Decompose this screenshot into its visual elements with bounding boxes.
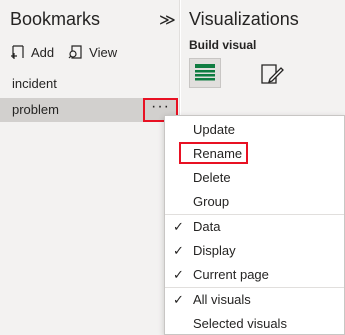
menu-item-label: Selected visuals: [193, 316, 287, 331]
collapse-pane-icon[interactable]: ≫: [159, 10, 176, 30]
bookmarks-pane: Bookmarks ≫ Add View incident problem ··…: [0, 0, 180, 335]
menu-item-selected-visuals[interactable]: Selected visuals: [165, 312, 344, 335]
menu-item-all-visuals[interactable]: ✓ All visuals: [165, 288, 344, 312]
view-bookmark-button[interactable]: View: [68, 44, 117, 60]
bookmark-list: incident problem ···: [0, 72, 180, 124]
view-icon: [68, 45, 82, 59]
checkmark-icon: ✓: [173, 267, 184, 282]
build-visual-label: Build visual: [189, 38, 257, 52]
menu-item-update[interactable]: Update: [165, 118, 344, 142]
format-visual-icon[interactable]: [257, 60, 285, 88]
table-visual-icon[interactable]: [189, 58, 221, 88]
checkmark-icon: ✓: [173, 292, 184, 307]
bookmark-item-problem[interactable]: problem ···: [0, 98, 178, 122]
bookmark-item-incident[interactable]: incident: [0, 72, 180, 96]
bookmarks-title: Bookmarks: [10, 9, 101, 29]
view-button-label: View: [89, 44, 118, 60]
bookmark-context-menu: Update Rename Delete Group ✓ Data ✓ Disp…: [164, 115, 345, 335]
add-bookmark-button[interactable]: Add: [10, 44, 54, 60]
menu-item-display[interactable]: ✓ Display: [165, 239, 344, 263]
add-bookmark-icon: [11, 45, 24, 59]
add-button-label: Add: [31, 44, 55, 60]
bookmark-item-label: problem: [12, 102, 59, 117]
checkmark-icon: ✓: [173, 219, 184, 234]
menu-item-data[interactable]: ✓ Data: [165, 215, 344, 239]
menu-item-delete[interactable]: Delete: [165, 166, 344, 190]
checkmark-icon: ✓: [173, 243, 184, 258]
menu-item-label: Data: [193, 219, 221, 234]
menu-item-label: Current page: [193, 267, 269, 282]
bookmarks-toolbar: Add View: [10, 44, 117, 60]
menu-item-current-page[interactable]: ✓ Current page: [165, 263, 344, 287]
menu-item-label: Display: [193, 243, 236, 258]
menu-item-label: All visuals: [193, 292, 251, 307]
menu-item-group[interactable]: Group: [165, 190, 344, 214]
menu-item-rename[interactable]: Rename: [165, 142, 344, 166]
visualizations-title: Visualizations: [189, 9, 299, 29]
